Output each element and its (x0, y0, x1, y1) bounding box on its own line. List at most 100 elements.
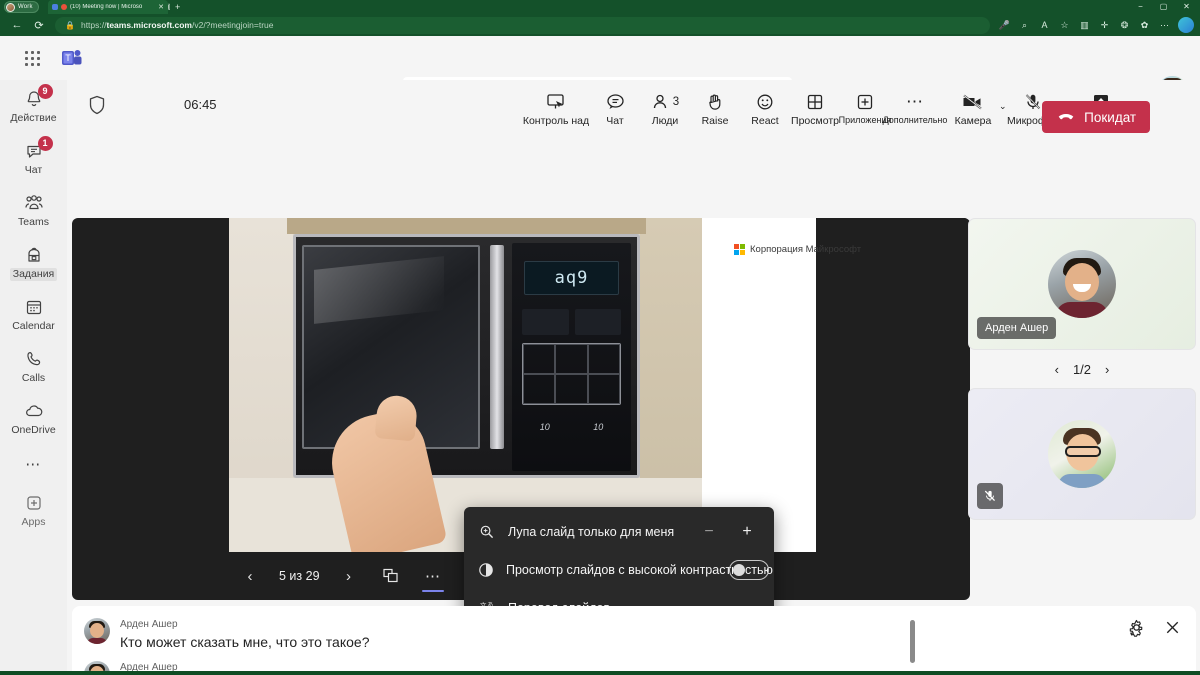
calendar-icon (24, 296, 44, 318)
settings-more-icon[interactable]: ⋯ (1155, 16, 1174, 34)
sidebar: 9 Действие 1 Чат Teams Задания Calendar … (0, 80, 67, 671)
bell-icon: 9 (24, 83, 53, 110)
sidebar-more-apps-icon[interactable]: ⋯ (0, 444, 67, 484)
sidebar-item-calendar[interactable]: Calendar (0, 288, 67, 340)
teams-people-icon (23, 192, 45, 214)
tool-people[interactable]: 3 Люди (640, 84, 690, 127)
extensions-icon[interactable]: ✿ (1135, 16, 1154, 34)
slide-next-button[interactable]: › (328, 559, 370, 593)
pager-next-button[interactable]: › (1105, 362, 1109, 377)
tool-view[interactable]: Просмотр (790, 84, 840, 127)
copilot-icon[interactable] (1178, 17, 1194, 33)
window-controls: − ▢ ✕ (1129, 0, 1198, 14)
gear-icon[interactable] (1127, 618, 1146, 637)
tool-chat[interactable]: Чат (590, 84, 640, 127)
reload-icon[interactable]: ⟳ (28, 16, 50, 34)
magnifier-icon (478, 524, 496, 540)
profile-avatar-icon (6, 2, 15, 12)
tool-label: Контроль над (522, 115, 590, 127)
camera-options-chevron-down-icon[interactable]: ⌄ (999, 84, 1007, 112)
tool-more[interactable]: ⋯ Дополнительно (883, 84, 948, 126)
sidebar-item-calls[interactable]: Calls (0, 340, 67, 392)
pager-prev-button[interactable]: ‹ (1055, 362, 1059, 377)
tool-label: Камера (954, 115, 992, 127)
app-launcher-grid-icon[interactable] (18, 44, 46, 72)
apps-plus-icon (855, 89, 875, 114)
lock-icon: 🔒 (65, 20, 75, 30)
captions-scrollbar[interactable] (910, 620, 915, 663)
microsoft-watermark: Корпорация Майкрософт (734, 244, 861, 255)
sidebar-item-label: Чат (24, 163, 43, 176)
tool-camera[interactable]: Камера (948, 84, 998, 127)
participant-tile[interactable] (968, 388, 1196, 520)
chat-icon: 1 (24, 135, 53, 162)
watermark-text: Корпорация Майкрософт (750, 244, 862, 255)
teams-favicon (52, 4, 58, 10)
mic-off-icon (1023, 89, 1043, 114)
contrast-icon (478, 562, 494, 578)
microwave-control-panel: aq9 10 10 (512, 243, 631, 471)
svg-text:T: T (65, 53, 71, 63)
browser-toolbar-icons: 🎤 ⌕ A ☆ ▥ ✛ ❂ ✿ ⋯ (995, 16, 1194, 34)
profile-label: Work (18, 4, 33, 10)
sidebar-item-apps[interactable]: Apps (0, 484, 67, 536)
slide-more-options-button[interactable]: ⋯ (412, 559, 454, 593)
avatar (1048, 250, 1116, 318)
sidebar-item-label: OneDrive (11, 423, 56, 436)
microwave-display-text: aq9 (554, 268, 589, 288)
sidebar-item-label: Действие (10, 111, 57, 124)
zoom-in-button[interactable]: + (734, 524, 760, 540)
chat-badge: 1 (37, 135, 53, 151)
close-icon[interactable] (1163, 618, 1182, 637)
sidebar-item-onedrive[interactable]: OneDrive (0, 392, 67, 444)
hang-up-icon (1058, 114, 1074, 120)
window-minimize-button[interactable]: − (1129, 0, 1152, 14)
sidebar-item-teams[interactable]: Teams (0, 184, 67, 236)
favorite-star-icon[interactable]: ☆ (1055, 16, 1074, 34)
tool-label: Дополнительно (882, 115, 948, 125)
url-input[interactable]: 🔒 https://teams.microsoft.com/v2/?meetin… (55, 16, 990, 34)
high-contrast-toggle[interactable] (729, 560, 769, 580)
teams-app: T Поиск ⋯ (0, 36, 1200, 675)
pager-label: 1/2 (1072, 361, 1092, 377)
leave-meeting-button[interactable]: Покидат (1042, 101, 1151, 133)
sidebar-item-chat[interactable]: 1 Чат (0, 132, 67, 184)
window-close-button[interactable]: ✕ (1175, 0, 1198, 14)
tab-title: (10) Meeting now | Microso (70, 4, 143, 10)
tool-raise-hand[interactable]: Raise (690, 84, 740, 127)
microwave-display: aq9 (524, 261, 619, 295)
tool-screen-control[interactable]: Контроль над (522, 84, 590, 127)
collections-icon[interactable]: ✛ (1095, 16, 1114, 34)
browser-tab-active[interactable]: (10) Meeting now | Microso ✕ (48, 0, 168, 14)
menu-item-zoom-slide[interactable]: Лупа слайд только для меня − + (464, 513, 774, 551)
back-arrow-icon[interactable]: ← (6, 16, 28, 34)
search-icon[interactable]: ⌕ (1015, 16, 1034, 34)
meeting-content: aq9 10 10 Корпорация Майкрософт ‹ 5 из 2… (67, 132, 1200, 675)
browser-profile-button[interactable]: Work (4, 1, 39, 13)
slide-prev-button[interactable]: ‹ (229, 559, 271, 593)
participant-tile[interactable]: Арден Ашер (968, 218, 1196, 350)
read-aloud-icon[interactable]: A (1035, 16, 1054, 34)
sidebar-item-assignments[interactable]: Задания (0, 236, 67, 288)
split-screen-icon[interactable]: ▥ (1075, 16, 1094, 34)
tool-label: React (751, 115, 779, 127)
tool-react[interactable]: React (740, 84, 790, 127)
new-tab-button[interactable]: + (175, 2, 180, 12)
slide-photo-microwave: aq9 10 10 (229, 218, 702, 552)
zoom-out-button[interactable]: − (696, 524, 722, 540)
mic-icon[interactable]: 🎤 (995, 16, 1014, 34)
browser-addressbar: ← ⟳ 🔒 https://teams.microsoft.com/v2/?me… (0, 14, 1200, 36)
meeting-timer: 06:45 (184, 97, 217, 112)
screen-control-icon (545, 89, 567, 114)
menu-item-high-contrast[interactable]: Просмотр слайдов с высокой контрастность… (464, 551, 774, 589)
meeting-stage: 06:45 Контроль над Чат 3 Люди Raise Reac… (67, 80, 1200, 675)
sidebar-item-activity[interactable]: 9 Действие (0, 80, 67, 132)
active-indicator (421, 590, 444, 592)
slide-thumbnails-button[interactable] (370, 559, 412, 593)
browser-essentials-icon[interactable]: ❂ (1115, 16, 1134, 34)
browser-tabstrip: Work ◎ ▣ (10) Meeting now | Microso ✕ + … (0, 0, 1200, 14)
leave-meeting-label: Покидат (1084, 109, 1137, 125)
phone-icon (24, 348, 44, 370)
tab-close-icon[interactable]: ✕ (158, 3, 164, 11)
window-maximize-button[interactable]: ▢ (1152, 0, 1175, 14)
